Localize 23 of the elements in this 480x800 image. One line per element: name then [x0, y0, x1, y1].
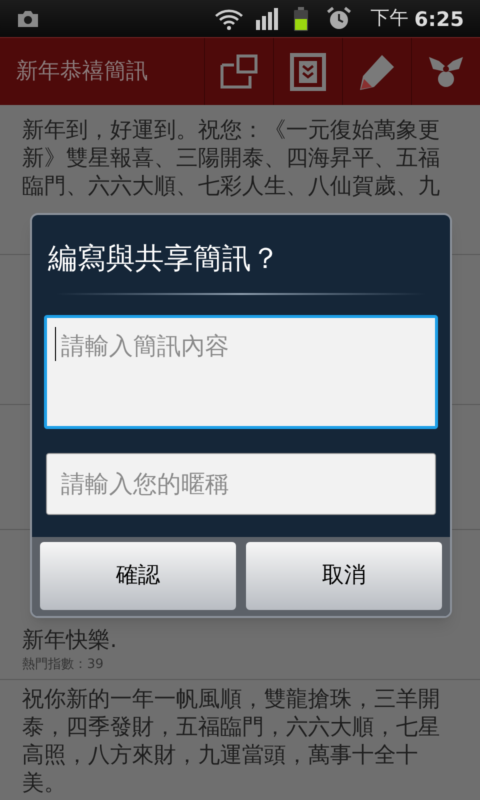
- hot-index: 熱門指數：39: [22, 657, 105, 673]
- message-text: 新年快樂.: [22, 627, 117, 655]
- message-text: 新年到，好運到。祝您：《一元復始萬象更: [22, 117, 440, 145]
- clock-period: 下午: [370, 6, 408, 32]
- camera-icon: [16, 10, 40, 28]
- message-text: 高照，八方來財，九運當頭，萬事十全十: [22, 742, 418, 770]
- message-text: 新》雙星報喜、三陽開泰、四海昇平、五福: [22, 145, 440, 173]
- alarm-clock-icon: [326, 6, 352, 32]
- message-text: 美。: [22, 770, 66, 798]
- message-text: 祝你新的一年一帆風順，雙龍搶珠，三羊開: [22, 686, 440, 714]
- wifi-icon: [214, 8, 244, 30]
- clock-time: 6:25: [414, 6, 464, 32]
- message-field[interactable]: 請輸入簡訊內容: [44, 314, 438, 428]
- dialog-title: 編寫與共享簡訊？: [47, 240, 281, 277]
- message-text: 泰，四季發財，五福臨門，六六大順，七星: [22, 714, 440, 742]
- cancel-button[interactable]: 取消: [246, 542, 442, 610]
- confirm-button[interactable]: 確認: [40, 542, 236, 610]
- message-text: 臨門、六六大順、七彩人生、八仙賀歲、九: [22, 173, 440, 201]
- nickname-field[interactable]: 請輸入您的暱稱: [46, 452, 436, 514]
- text-cursor: [55, 326, 56, 360]
- battery-icon: [294, 6, 308, 30]
- signal-icon: [256, 8, 280, 30]
- app-title: 新年恭禧簡訊: [16, 58, 149, 86]
